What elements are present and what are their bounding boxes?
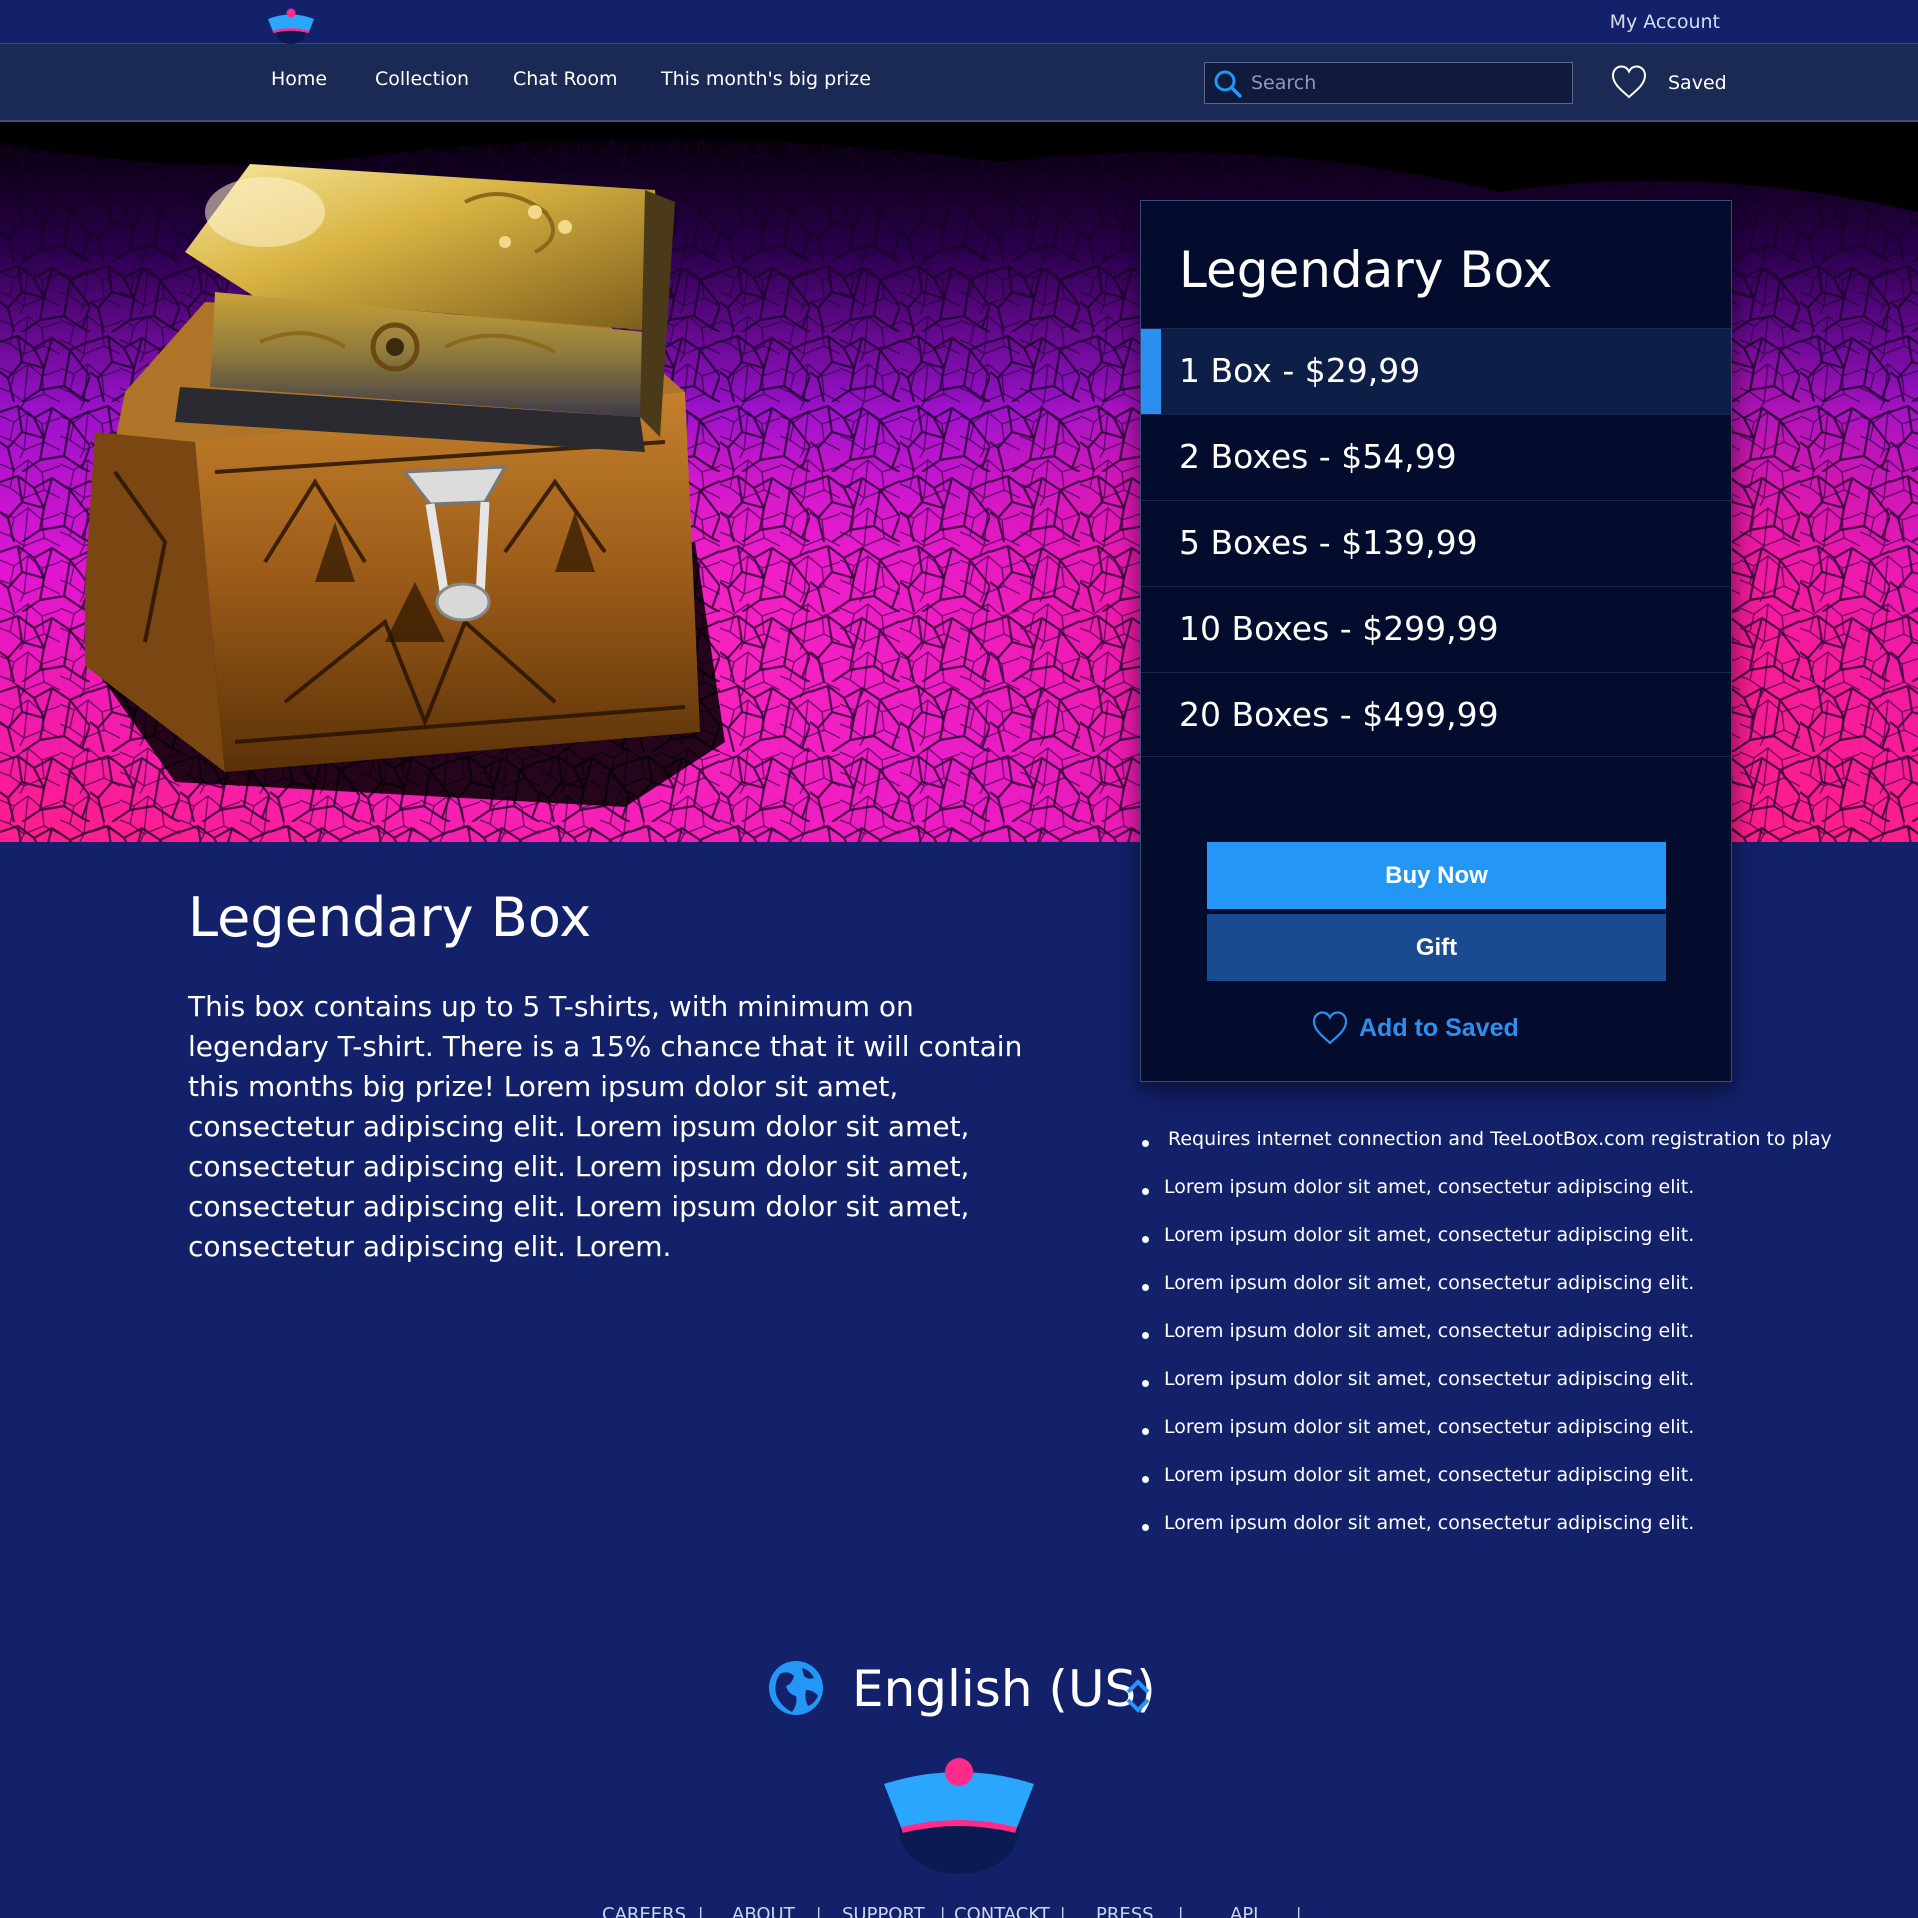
saved-nav-button[interactable]: Saved: [1610, 62, 1727, 104]
footer-separator: |: [940, 1904, 946, 1918]
heart-icon: [1611, 65, 1647, 99]
footer-link-api[interactable]: API: [1230, 1904, 1258, 1918]
feature-item: Lorem ipsum dolor sit amet, consectetur …: [1140, 1368, 1910, 1416]
footer-separator: |: [1296, 1904, 1302, 1918]
product-description: This box contains up to 5 T-shirts, with…: [188, 990, 1023, 1263]
my-account-link[interactable]: My Account: [1610, 11, 1720, 33]
feature-list: Requires internet connection and TeeLoot…: [1140, 1128, 1910, 1560]
footer-separator: |: [1060, 1904, 1066, 1918]
add-to-saved-label: Add to Saved: [1359, 1014, 1519, 1042]
saved-label: Saved: [1668, 72, 1727, 94]
feature-item: Lorem ipsum dolor sit amet, consectetur …: [1140, 1512, 1910, 1560]
feature-item: Requires internet connection and TeeLoot…: [1140, 1128, 1910, 1176]
feature-item: Lorem ipsum dolor sit amet, consectetur …: [1140, 1272, 1910, 1320]
nav-item-big-prize[interactable]: This month's big prize: [661, 68, 871, 90]
search-box[interactable]: [1204, 62, 1573, 104]
option-label: 2 Boxes - $54,99: [1179, 437, 1457, 476]
search-icon: [1214, 70, 1242, 98]
feature-item: Lorem ipsum dolor sit amet, consectetur …: [1140, 1320, 1910, 1368]
feature-item: Lorem ipsum dolor sit amet, consectetur …: [1140, 1176, 1910, 1224]
option-label: 5 Boxes - $139,99: [1179, 523, 1478, 562]
panel-title: Legendary Box: [1179, 241, 1553, 299]
option-1-box[interactable]: 1 Box - $29,99: [1141, 328, 1731, 415]
footer-separator: |: [698, 1904, 704, 1918]
footer-links: CAREERS | ABOUT | SUPPORT | CONTACKT | P…: [598, 1904, 1318, 1918]
feature-item: Lorem ipsum dolor sit amet, consectetur …: [1140, 1224, 1910, 1272]
treasure-chest-image: [85, 164, 725, 807]
footer-link-support[interactable]: SUPPORT: [842, 1904, 925, 1918]
language-selector[interactable]: English (US): [768, 1660, 1168, 1720]
add-to-saved-button[interactable]: Add to Saved: [1311, 1009, 1541, 1049]
option-10-boxes[interactable]: 10 Boxes - $299,99: [1141, 586, 1731, 672]
selected-indicator: [1141, 329, 1161, 415]
feature-item: Lorem ipsum dolor sit amet, consectetur …: [1140, 1464, 1910, 1512]
option-label: 10 Boxes - $299,99: [1179, 609, 1499, 648]
divider: [1141, 756, 1731, 757]
footer-separator: |: [816, 1904, 822, 1918]
logo-hat-icon[interactable]: [265, 4, 317, 44]
language-label: English (US): [852, 1660, 1156, 1718]
top-bar: My Account: [0, 0, 1918, 44]
product-title: Legendary Box: [188, 886, 592, 949]
nav-item-chat-room[interactable]: Chat Room: [513, 68, 618, 90]
option-5-boxes[interactable]: 5 Boxes - $139,99: [1141, 500, 1731, 586]
option-label: 20 Boxes - $499,99: [1179, 695, 1499, 734]
heart-icon: [1312, 1011, 1348, 1045]
feature-item: Lorem ipsum dolor sit amet, consectetur …: [1140, 1416, 1910, 1464]
footer-link-careers[interactable]: CAREERS: [602, 1904, 686, 1918]
footer-link-press[interactable]: PRESS: [1096, 1904, 1154, 1918]
search-input[interactable]: [1251, 63, 1561, 103]
main-nav: Home Collection Chat Room This month's b…: [0, 44, 1918, 122]
globe-icon: [769, 1661, 823, 1715]
nav-item-home[interactable]: Home: [271, 68, 327, 90]
chevron-updown-icon: [1126, 1679, 1150, 1713]
purchase-panel: Legendary Box 1 Box - $29,99 2 Boxes - $…: [1140, 200, 1732, 1082]
footer-separator: |: [1178, 1904, 1184, 1918]
option-20-boxes[interactable]: 20 Boxes - $499,99: [1141, 672, 1731, 758]
footer-link-contact[interactable]: CONTACKT: [954, 1904, 1050, 1918]
option-2-boxes[interactable]: 2 Boxes - $54,99: [1141, 414, 1731, 500]
buy-now-button[interactable]: Buy Now: [1207, 842, 1666, 909]
nav-item-collection[interactable]: Collection: [375, 68, 469, 90]
option-label: 1 Box - $29,99: [1179, 351, 1421, 390]
footer-link-about[interactable]: ABOUT: [732, 1904, 795, 1918]
gift-button[interactable]: Gift: [1207, 914, 1666, 981]
logo-hat-icon: [884, 1758, 1034, 1874]
